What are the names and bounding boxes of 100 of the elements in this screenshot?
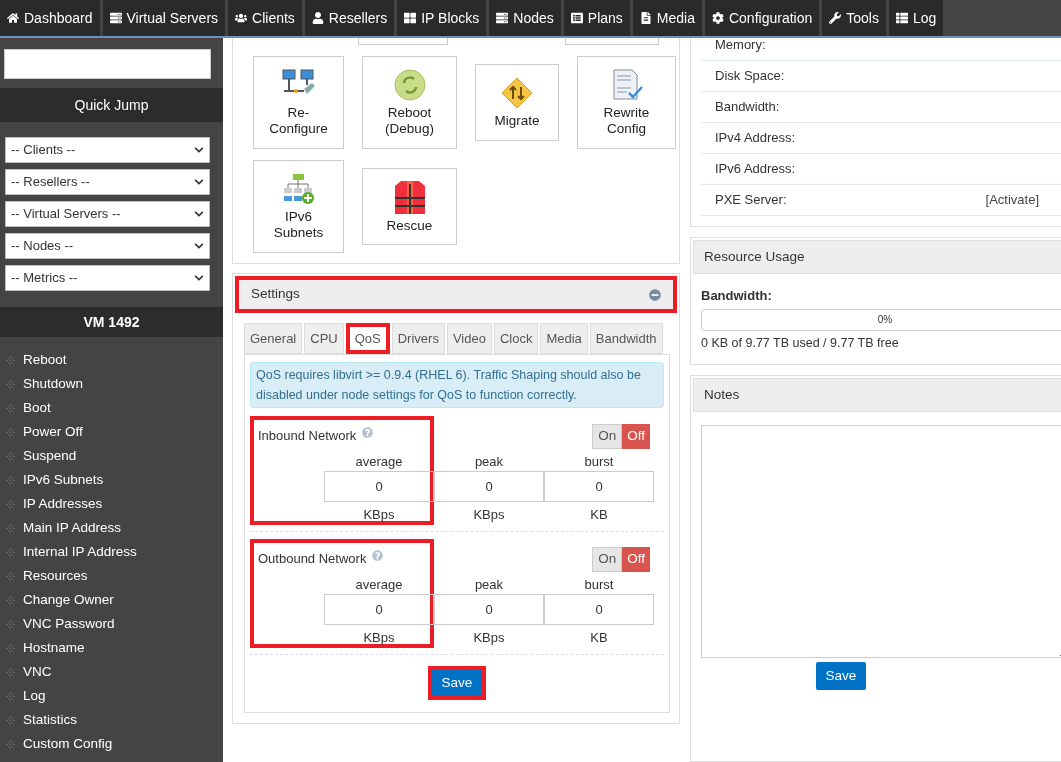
sidebar-link[interactable]: Hostname: [23, 637, 85, 659]
sidebar-link[interactable]: VNC: [23, 661, 52, 683]
sidebar-link[interactable]: Power Off: [23, 421, 83, 443]
info-label: Memory:: [715, 38, 766, 55]
sidebar-link[interactable]: IP Addresses: [23, 493, 103, 515]
sidebar-link[interactable]: Change Owner: [23, 589, 114, 611]
sidebar-link[interactable]: Statistics: [23, 709, 77, 731]
notes-field[interactable]: [701, 425, 1061, 659]
dots-icon: [6, 715, 15, 725]
nav-tab[interactable]: Configuration: [704, 0, 820, 36]
info-alert: QoS requires libvirt >= 0.9.4 (RHEL 6). Traffic Shaping should also be disabled under node settings for QoS to function correctly.: [250, 362, 664, 408]
panel-header: Notes: [693, 378, 1061, 413]
save-button[interactable]: Save: [427, 666, 487, 700]
section-header: VM 1492: [0, 307, 223, 337]
activate-link[interactable]: [Activate]: [985, 190, 1039, 210]
users-icon: [235, 12, 248, 24]
action-tile[interactable]: IPv6 Subnets: [253, 160, 344, 253]
settings-tab[interactable]: Drivers: [391, 323, 445, 354]
nav-tab[interactable]: Tools: [822, 0, 886, 36]
dropdown[interactable]: -- Nodes --: [5, 233, 210, 259]
help-icon[interactable]: [362, 427, 374, 438]
sidebar-link[interactable]: Reboot: [23, 349, 67, 371]
settings-tab[interactable]: General: [244, 323, 303, 354]
chevron-icon: [194, 209, 204, 219]
search-field[interactable]: [4, 49, 211, 79]
action-tile[interactable]: Reboot (Debug): [362, 56, 457, 149]
life-vest-icon: [393, 179, 426, 214]
number-field[interactable]: 0: [324, 594, 434, 625]
sidebar-link[interactable]: Main IP Address: [23, 517, 122, 539]
dropdown[interactable]: -- Metrics --: [5, 265, 210, 291]
number-field[interactable]: 0: [324, 471, 434, 502]
action-tile[interactable]: Rescue: [362, 168, 457, 245]
dots-icon: [6, 451, 15, 461]
settings-tab[interactable]: Media: [540, 323, 588, 354]
progress-reading: 0%: [877, 313, 893, 327]
settings-tab[interactable]: Video: [446, 323, 492, 354]
column-header: peak: [473, 453, 505, 471]
server-icon: [496, 12, 509, 24]
action-tile[interactable]: Migrate: [475, 64, 559, 141]
sidebar-link[interactable]: IPv6 Subnets: [23, 469, 104, 491]
nav-tab[interactable]: Resellers: [304, 0, 395, 36]
info-label: IPv6 Address:: [715, 160, 796, 179]
column-header: burst: [583, 453, 615, 471]
nav-tab[interactable]: Media: [632, 0, 702, 36]
sidebar-link[interactable]: Shutdown: [23, 373, 84, 395]
sidebar-link[interactable]: Log: [23, 685, 46, 707]
action-tile[interactable]: Rewrite Config: [577, 56, 676, 149]
settings-tab[interactable]: Bandwidth: [589, 323, 663, 354]
nav-tab[interactable]: Log: [888, 0, 944, 36]
column-header: average: [354, 453, 404, 471]
nav-tab[interactable]: Dashboard: [0, 0, 100, 36]
nav-tab[interactable]: Nodes: [489, 0, 561, 36]
settings-tab[interactable]: QoS: [345, 323, 390, 354]
sidebar-link[interactable]: VNC Password: [23, 613, 115, 635]
usage-label: Bandwidth:: [701, 287, 773, 305]
nav-tab[interactable]: IP Blocks: [397, 0, 487, 36]
dots-icon: [6, 667, 15, 677]
dropdown[interactable]: -- Resellers --: [5, 169, 210, 195]
dots-icon: [6, 547, 15, 557]
save-button[interactable]: Save: [815, 662, 867, 691]
panel-header: Resource Usage: [693, 240, 1061, 274]
dropdown[interactable]: -- Virtual Servers --: [5, 201, 210, 227]
dots-icon: [6, 571, 15, 581]
usage-summary: 0 KB of 9.77 TB used / 9.77 TB free: [701, 334, 900, 352]
nav-tab[interactable]: Plans: [563, 0, 630, 36]
nav-tab[interactable]: Clients: [228, 0, 302, 36]
diamond-arrows-icon: [501, 76, 533, 109]
home-icon: [7, 12, 19, 24]
number-field[interactable]: 0: [544, 471, 654, 502]
unit-label: KBps: [362, 506, 396, 524]
dropdown[interactable]: -- Clients --: [5, 137, 210, 163]
number-field[interactable]: 0: [544, 594, 654, 625]
action-tile[interactable]: Re- Configure: [253, 56, 344, 149]
dots-icon: [6, 499, 15, 509]
help-icon[interactable]: [372, 550, 384, 561]
info-label: Bandwidth:: [715, 98, 780, 117]
info-label: PXE Server:: [715, 191, 787, 210]
dots-icon: [6, 595, 15, 605]
number-field[interactable]: 0: [434, 594, 544, 625]
sidebar-link[interactable]: Custom Config: [23, 733, 113, 755]
chevron-icon: [194, 145, 204, 155]
settings-tab[interactable]: Clock: [493, 323, 539, 354]
group-title: Outbound Network: [258, 550, 367, 568]
number-field[interactable]: 0: [434, 471, 544, 502]
action-tile[interactable]: [564, 38, 659, 45]
dots-icon: [6, 355, 15, 365]
sidebar-link[interactable]: Internal IP Address: [23, 541, 137, 563]
sidebar-link[interactable]: Suspend: [23, 445, 77, 467]
collapse-icon[interactable]: [649, 288, 661, 301]
action-tile[interactable]: [357, 38, 449, 45]
sidebar-link[interactable]: Resources: [23, 565, 88, 587]
dots-icon: [6, 403, 15, 413]
unit-label: KBps: [362, 629, 396, 647]
settings-tab[interactable]: CPU: [304, 323, 344, 354]
nav-tab[interactable]: Virtual Servers: [102, 0, 226, 36]
list-icon: [570, 12, 583, 24]
wrench-icon: [829, 12, 842, 24]
dots-icon: [6, 427, 15, 437]
dots-icon: [6, 739, 15, 749]
sidebar-link[interactable]: Boot: [23, 397, 51, 419]
